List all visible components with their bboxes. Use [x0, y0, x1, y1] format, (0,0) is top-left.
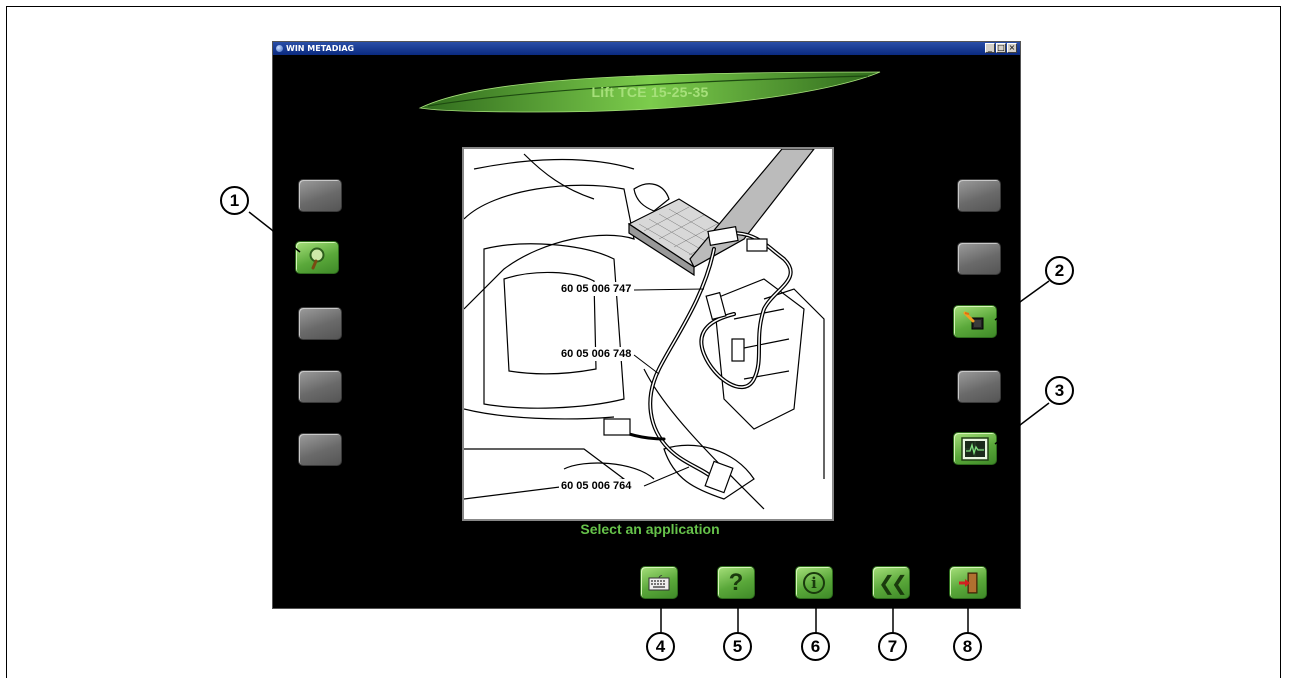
callout-2: 2	[1045, 256, 1074, 285]
callout-1: 1	[220, 186, 249, 215]
callout-8: 8	[953, 632, 982, 661]
callout-4: 4	[646, 632, 675, 661]
callout-7: 7	[878, 632, 907, 661]
callout-3: 3	[1045, 376, 1074, 405]
callout-6: 6	[801, 632, 830, 661]
callout-leader-lines	[248, 211, 1050, 636]
callout-5: 5	[723, 632, 752, 661]
